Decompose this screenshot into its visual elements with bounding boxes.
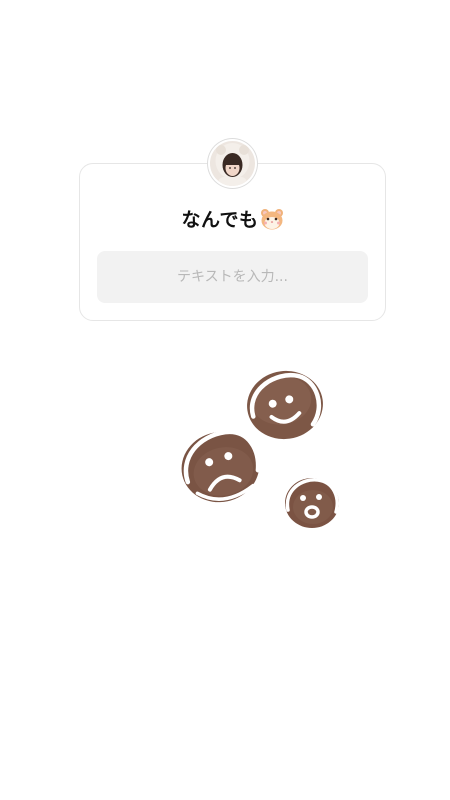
surprised-cookie — [285, 478, 339, 528]
smiling-cookie — [247, 370, 323, 440]
story-canvas: なんでも — [0, 0, 450, 800]
profile-avatar — [208, 139, 257, 188]
frowning-cookie — [181, 429, 261, 503]
question-answer-input[interactable] — [97, 251, 368, 303]
avatar-image — [210, 141, 255, 186]
question-title-text: なんでも — [181, 209, 259, 231]
hamster-face-icon — [260, 208, 283, 229]
gingerbread-cookies-sticker[interactable] — [170, 360, 350, 540]
question-title: なんでも — [79, 205, 386, 232]
cookies-illustration — [181, 370, 339, 528]
